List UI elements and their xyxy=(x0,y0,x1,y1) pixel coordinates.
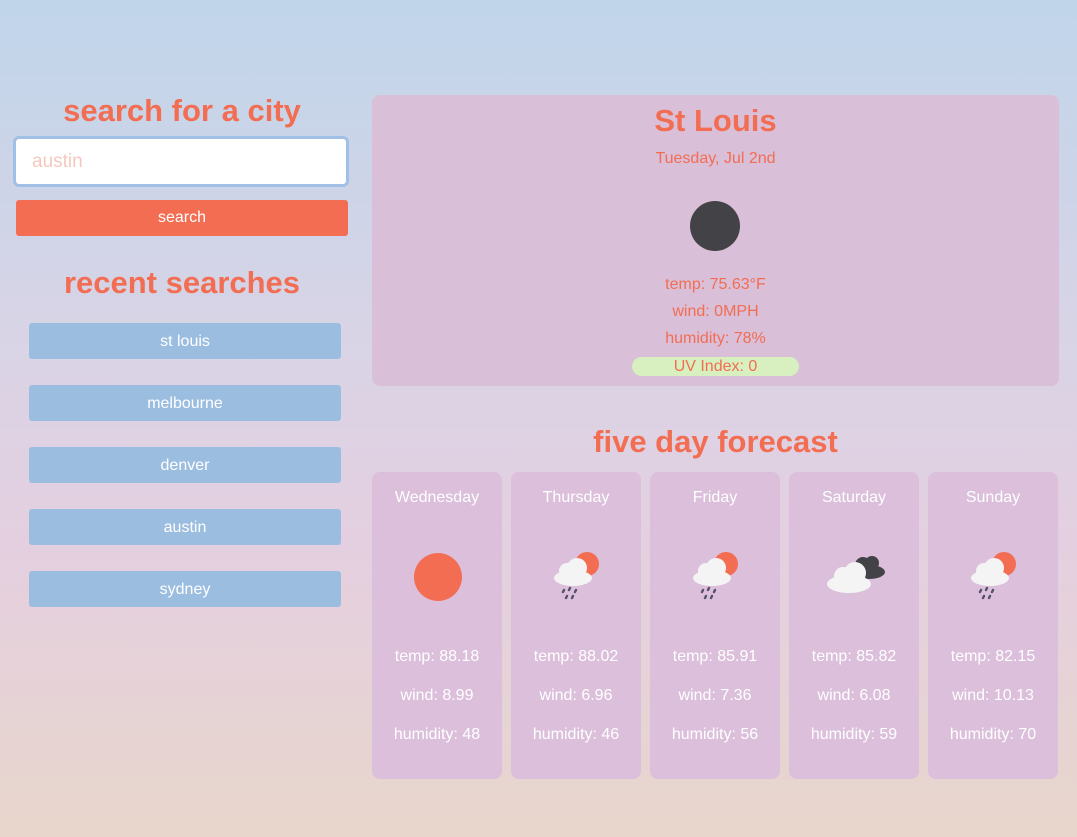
sun-rain-cloud-icon xyxy=(693,552,738,600)
forecast-wind: wind: 8.99 xyxy=(400,687,474,704)
cloudy-icon xyxy=(827,556,885,593)
forecast-humidity: humidity: 59 xyxy=(810,726,898,743)
recent-search-item[interactable]: st louis xyxy=(29,323,341,359)
sun-icon xyxy=(414,553,462,601)
current-wind: wind: 0MPH xyxy=(672,303,759,320)
forecast-wind: wind: 6.08 xyxy=(817,687,891,704)
current-temp: temp: 75.63°F xyxy=(665,276,766,293)
moon-icon xyxy=(690,201,740,251)
forecast-temp: temp: 85.82 xyxy=(811,648,897,665)
forecast-humidity: humidity: 56 xyxy=(671,726,759,743)
forecast-temp: temp: 88.02 xyxy=(533,648,619,665)
forecast-temp: temp: 88.18 xyxy=(394,648,480,665)
forecast-day: Thursday xyxy=(542,489,610,506)
forecast-wind: wind: 7.36 xyxy=(678,687,752,704)
forecast-temp: temp: 85.91 xyxy=(672,648,758,665)
recent-searches-list: st louis melbourne denver austin sydney xyxy=(29,323,341,633)
recent-search-item[interactable]: austin xyxy=(29,509,341,545)
search-title: search for a city xyxy=(63,93,301,128)
current-humidity: humidity: 78% xyxy=(665,330,766,347)
forecast-title: five day forecast xyxy=(593,424,838,459)
forecast-day: Friday xyxy=(692,489,738,506)
recent-searches-title: recent searches xyxy=(63,265,301,300)
current-date: Tuesday, Jul 2nd xyxy=(655,150,776,167)
forecast-humidity: humidity: 70 xyxy=(949,726,1037,743)
sun-rain-cloud-icon xyxy=(971,552,1016,600)
forecast-day: Saturday xyxy=(821,489,887,506)
recent-search-item[interactable]: sydney xyxy=(29,571,341,607)
forecast-temp: temp: 82.15 xyxy=(950,648,1036,665)
recent-search-item[interactable]: denver xyxy=(29,447,341,483)
sun-rain-cloud-icon xyxy=(554,552,599,600)
recent-search-item[interactable]: melbourne xyxy=(29,385,341,421)
forecast-card: Thursday temp: 88.02 wind: 6.96 humidity… xyxy=(511,472,641,779)
city-search-input[interactable] xyxy=(13,136,349,187)
forecast-card: Wednesday temp: 88.18 wind: 8.99 humidit… xyxy=(372,472,502,779)
current-weather-panel: St Louis Tuesday, Jul 2nd temp: 75.63°F … xyxy=(372,95,1059,386)
uv-index-badge: UV Index: 0 xyxy=(632,357,799,376)
forecast-card: Saturday temp: 85.82 wind: 6.08 humidity… xyxy=(789,472,919,779)
city-name: St Louis xyxy=(654,103,777,138)
forecast-day: Wednesday xyxy=(394,489,480,506)
search-button[interactable]: search xyxy=(16,200,348,236)
forecast-humidity: humidity: 46 xyxy=(532,726,620,743)
forecast-wind: wind: 6.96 xyxy=(539,687,613,704)
forecast-wind: wind: 10.13 xyxy=(952,687,1034,704)
forecast-card: Friday temp: 85.91 wind: 7.36 humidity: … xyxy=(650,472,780,779)
forecast-day: Sunday xyxy=(965,489,1021,506)
forecast-humidity: humidity: 48 xyxy=(393,726,481,743)
forecast-card: Sunday temp: 82.15 wind: 10.13 humidity:… xyxy=(928,472,1058,779)
